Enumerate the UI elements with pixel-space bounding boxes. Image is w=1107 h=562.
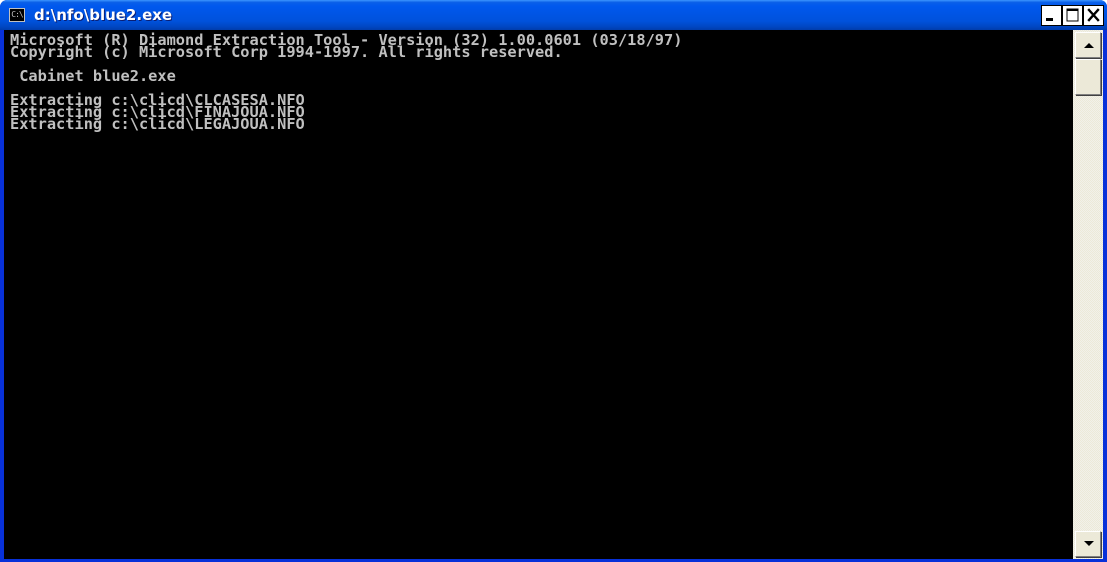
scroll-thumb[interactable]: [1075, 59, 1101, 95]
scroll-down-button[interactable]: [1075, 531, 1101, 557]
arrow-down-icon: [1084, 541, 1094, 546]
window-title: d:\nfo\blue2.exe: [34, 6, 173, 24]
console-window: C:\ d:\nfo\blue2.exe Microsoft (R) Diamo…: [0, 0, 1107, 562]
vertical-scrollbar[interactable]: [1073, 30, 1103, 559]
console-output[interactable]: Microsoft (R) Diamond Extraction Tool - …: [4, 30, 1073, 559]
console-line: Cabinet blue2.exe: [10, 67, 176, 85]
arrow-up-icon: [1084, 43, 1094, 48]
title-bar[interactable]: C:\ d:\nfo\blue2.exe: [0, 0, 1107, 30]
console-line: Extracting c:\clicd\LEGAJOUA.NFO: [10, 115, 305, 133]
console-app-icon[interactable]: C:\: [9, 8, 25, 22]
console-line: Copyright (c) Microsoft Corp 1994-1997. …: [10, 43, 563, 61]
close-icon: [1087, 8, 1100, 22]
minimize-icon: [1046, 18, 1053, 21]
close-button[interactable]: [1083, 5, 1104, 26]
minimize-button[interactable]: [1041, 5, 1062, 26]
scroll-up-button[interactable]: [1075, 32, 1101, 58]
maximize-icon: [1066, 8, 1079, 22]
maximize-button[interactable]: [1062, 5, 1083, 26]
